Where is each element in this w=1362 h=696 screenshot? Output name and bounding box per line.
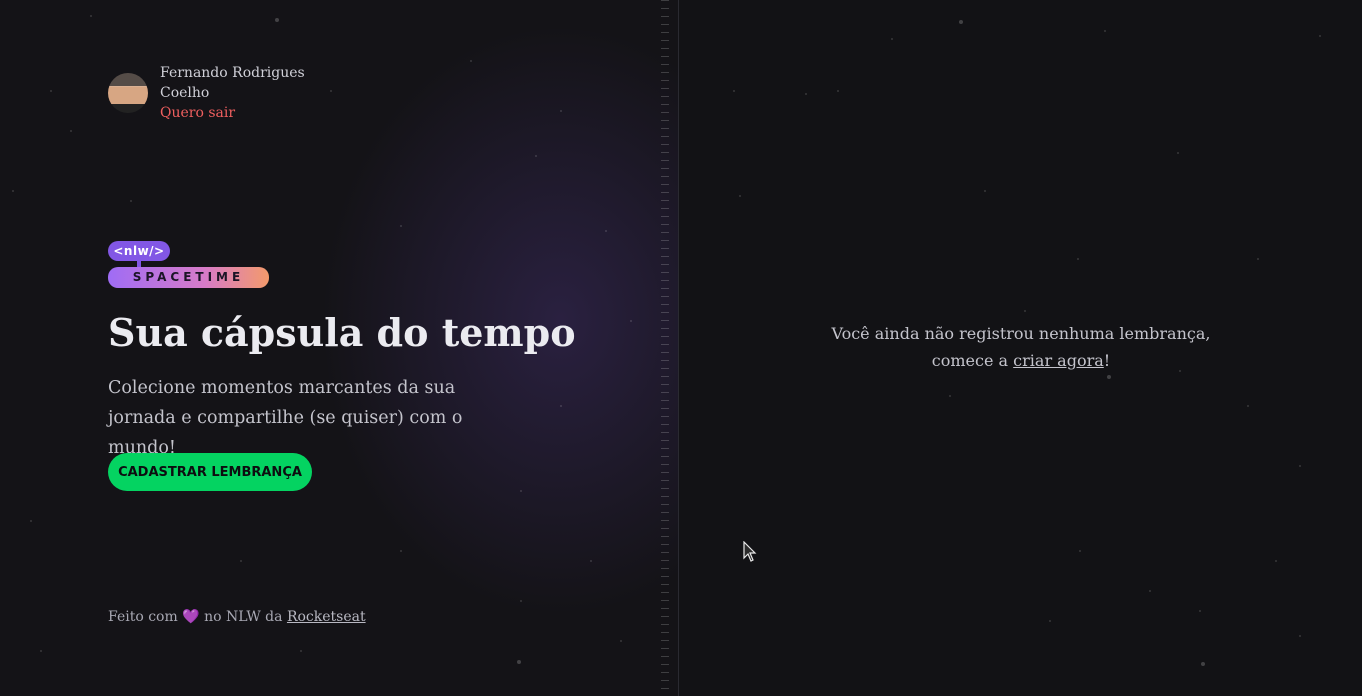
user-avatar [108,73,148,113]
profile-text: Fernando Rodrigues Coelho Quero sair [160,64,305,124]
empty-state-suffix: ! [1103,351,1111,370]
register-memory-button[interactable]: CADASTRAR LEMBRANÇA [108,453,312,491]
logo-nlw-badge: <nlw/> [108,241,170,261]
footer: Feito com 💜 no NLW da Rocketseat [108,609,366,625]
empty-state: Você ainda não registrou nenhuma lembran… [829,320,1213,374]
stripes-decoration [661,0,669,696]
user-profile: Fernando Rodrigues Coelho Quero sair [108,64,305,124]
left-panel: Fernando Rodrigues Coelho Quero sair <nl… [0,0,679,696]
footer-prefix: Feito com [108,609,178,625]
mouse-pointer-icon [743,541,757,562]
logo-spacetime-badge: SPACETIME [108,267,269,288]
user-name-line1: Fernando Rodrigues [160,65,305,81]
right-panel: Você ainda não registrou nenhuma lembran… [679,0,1362,696]
create-now-link[interactable]: criar agora [1013,351,1104,370]
hero-subtitle: Colecione momentos marcantes da sua jorn… [108,378,463,458]
heart-icon: 💜 [182,609,200,625]
user-name-line2: Coelho [160,84,210,101]
logout-link[interactable]: Quero sair [160,104,305,124]
footer-middle: no NLW da [204,609,283,625]
hero-title: Sua cápsula do tempo [108,310,576,355]
rocketseat-link[interactable]: Rocketseat [287,609,366,625]
nlw-spacetime-logo: <nlw/> SPACETIME [108,241,269,289]
